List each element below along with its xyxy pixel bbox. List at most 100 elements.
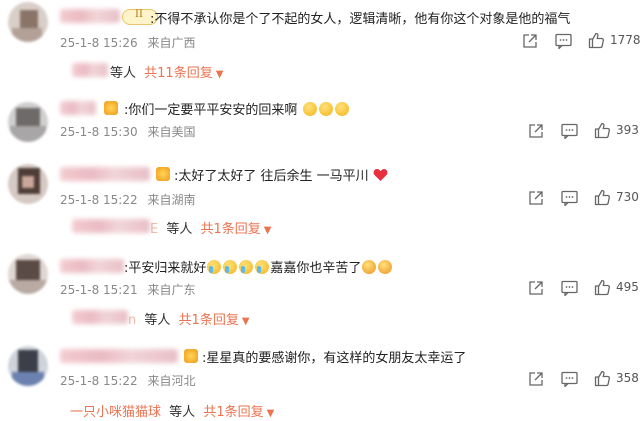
crying-emoji-icon — [239, 260, 254, 274]
comment-text: :你们一定要平平安安的回来啊 — [124, 99, 350, 118]
reply-suffix: 等人 — [144, 313, 171, 328]
crown-icon — [156, 167, 170, 181]
comment-text: :平安归来就好 嘉嘉你也辛苦了 — [124, 257, 393, 276]
comment-location: 来自广西 — [147, 36, 196, 50]
username[interactable] — [60, 167, 150, 181]
avatar[interactable] — [8, 254, 48, 294]
crying-emoji-icon — [223, 260, 238, 274]
reply-username[interactable] — [72, 310, 128, 324]
comment-location: 来自湖南 — [147, 193, 196, 207]
reply-summary[interactable]: 等人 共11条回复 ▼ — [110, 62, 223, 81]
share-icon — [529, 191, 543, 205]
username[interactable] — [60, 9, 120, 23]
comment-meta: 25-1-8 15:26 来自广西 — [60, 34, 201, 51]
reply-username-tail[interactable]: n — [128, 313, 136, 328]
reply-username[interactable]: 一只小咪猫猫球 — [70, 405, 161, 420]
caret-down-icon[interactable]: ▼ — [242, 316, 250, 327]
thumbs-up-icon — [594, 370, 610, 387]
reply-suffix: 等人 — [166, 222, 193, 237]
like-count: 358 — [616, 371, 639, 385]
share-button[interactable] — [528, 371, 544, 389]
like-button[interactable]: 358 — [594, 370, 639, 388]
reply-username-tail[interactable]: E — [150, 222, 158, 237]
avatar[interactable] — [8, 2, 48, 42]
reply-summary[interactable]: E 等人 共1条回复 ▼ — [150, 218, 272, 237]
crying-emoji-icon — [207, 260, 222, 274]
caret-down-icon[interactable]: ▼ — [264, 225, 272, 236]
share-button[interactable] — [528, 123, 544, 141]
crown-icon — [104, 101, 118, 115]
like-button[interactable]: 1778 — [588, 32, 640, 50]
crown-icon — [184, 349, 198, 363]
emoji-icon — [318, 102, 333, 116]
comment-location: 来自广东 — [147, 283, 196, 297]
share-icon — [523, 34, 537, 48]
comment-button[interactable] — [561, 280, 578, 298]
comment-location: 来自美国 — [147, 125, 196, 139]
share-button[interactable] — [528, 280, 544, 298]
comment-icon — [561, 123, 578, 139]
like-count: 393 — [616, 123, 639, 137]
emoji-icon — [302, 102, 317, 116]
comment-button[interactable] — [561, 371, 578, 389]
avatar[interactable] — [8, 164, 48, 204]
like-count: 1778 — [610, 33, 640, 47]
comment-meta: 25-1-8 15:22 来自河北 — [60, 372, 201, 389]
comment-meta: 25-1-8 15:30 来自美国 — [60, 123, 201, 140]
avatar[interactable] — [8, 346, 48, 386]
comment-icon — [555, 33, 572, 49]
comment-icon — [561, 190, 578, 206]
username[interactable] — [60, 349, 178, 363]
kiss-emoji-icon — [362, 260, 377, 274]
reply-count[interactable]: 共1条回复 — [179, 313, 239, 328]
comment-date: 25-1-8 15:26 — [60, 36, 138, 50]
reply-count[interactable]: 共11条回复 — [144, 66, 213, 81]
comment-meta: 25-1-8 15:22 来自湖南 — [60, 191, 201, 208]
comment-icon — [561, 371, 578, 387]
thumbs-up-icon — [594, 189, 610, 206]
reply-suffix: 等人 — [110, 66, 137, 81]
comment-icon — [561, 280, 578, 296]
reply-count[interactable]: 共1条回复 — [203, 405, 263, 420]
comment-button[interactable] — [561, 123, 578, 141]
thumbs-up-icon — [594, 122, 610, 139]
reply-suffix: 等人 — [169, 405, 196, 420]
comment-date: 25-1-8 15:22 — [60, 193, 138, 207]
username[interactable] — [60, 101, 96, 115]
kiss-emoji-icon — [378, 260, 393, 274]
comment-button[interactable] — [555, 33, 572, 51]
comment-button[interactable] — [561, 190, 578, 208]
heart-icon — [373, 169, 388, 181]
comment-date: 25-1-8 15:30 — [60, 125, 138, 139]
username[interactable] — [60, 259, 124, 273]
reply-count[interactable]: 共1条回复 — [201, 222, 261, 237]
comment-location: 来自河北 — [147, 374, 196, 388]
like-button[interactable]: 495 — [594, 279, 639, 297]
like-count: 495 — [616, 280, 639, 294]
caret-down-icon[interactable]: ▼ — [216, 69, 224, 80]
comment-text: :星星真的要感谢你，有这样的女朋友太幸运了 — [202, 351, 467, 366]
share-icon — [529, 281, 543, 295]
avatar[interactable] — [8, 102, 48, 142]
reply-summary[interactable]: n 等人 共1条回复 ▼ — [128, 309, 250, 328]
share-button[interactable] — [528, 190, 544, 208]
thumbs-up-icon — [594, 279, 610, 296]
comment-date: 25-1-8 15:22 — [60, 374, 138, 388]
comment-date: 25-1-8 15:21 — [60, 283, 138, 297]
reply-username[interactable] — [72, 219, 150, 233]
thumbs-up-icon — [588, 32, 604, 49]
share-button[interactable] — [522, 33, 538, 51]
like-button[interactable]: 730 — [594, 189, 639, 207]
comment-meta: 25-1-8 15:21 来自广东 — [60, 281, 201, 298]
emoji-icon — [334, 102, 349, 116]
reply-username[interactable] — [72, 63, 108, 77]
like-button[interactable]: 393 — [594, 122, 639, 140]
crying-emoji-icon — [255, 260, 270, 274]
share-icon — [529, 372, 543, 386]
reply-summary[interactable]: 一只小咪猫猫球 等人 共1条回复 ▼ — [70, 401, 274, 420]
like-count: 730 — [616, 190, 639, 204]
comment-text: :不得不承认你是个了不起的女人，逻辑清晰，他有你这个对象是他的福气 — [150, 12, 571, 27]
share-icon — [529, 124, 543, 138]
comment-text: :太好了太好了 往后余生 一马平川 — [174, 165, 388, 184]
caret-down-icon[interactable]: ▼ — [267, 408, 275, 419]
